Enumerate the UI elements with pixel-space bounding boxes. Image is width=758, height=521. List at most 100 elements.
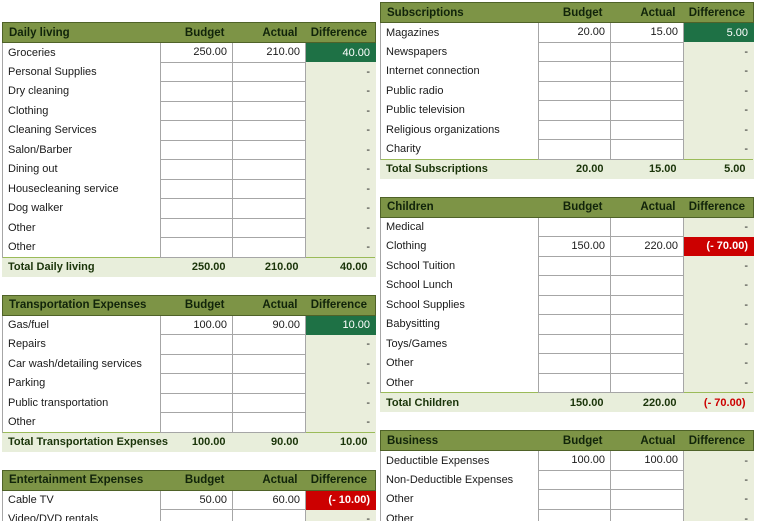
budget-cell[interactable] bbox=[538, 139, 611, 160]
budget-cell[interactable] bbox=[538, 275, 611, 296]
actual-cell[interactable] bbox=[232, 392, 306, 413]
table-row[interactable]: School Lunch - bbox=[380, 275, 754, 296]
actual-cell[interactable] bbox=[232, 159, 306, 180]
table-row[interactable]: Other - bbox=[2, 217, 376, 238]
table-row[interactable]: Non-Deductible Expenses - bbox=[380, 469, 754, 490]
actual-cell[interactable] bbox=[610, 119, 684, 140]
table-row[interactable]: Video/DVD rentals - bbox=[2, 509, 376, 521]
budget-cell[interactable]: 100.00 bbox=[538, 450, 611, 471]
actual-cell[interactable] bbox=[610, 139, 684, 160]
budget-cell[interactable] bbox=[538, 333, 611, 354]
actual-cell[interactable] bbox=[610, 61, 684, 82]
budget-cell[interactable] bbox=[160, 353, 233, 374]
table-row[interactable]: Repairs - bbox=[2, 334, 376, 355]
budget-cell[interactable]: 50.00 bbox=[160, 489, 233, 510]
actual-cell[interactable] bbox=[610, 41, 684, 62]
actual-cell[interactable] bbox=[610, 469, 684, 490]
budget-cell[interactable] bbox=[160, 198, 233, 219]
budget-cell[interactable] bbox=[160, 120, 233, 141]
budget-cell[interactable] bbox=[538, 469, 611, 490]
actual-cell[interactable] bbox=[610, 294, 684, 315]
budget-cell[interactable] bbox=[160, 237, 233, 258]
table-row[interactable]: Magazines 20.00 15.00 5.00 bbox=[380, 22, 754, 43]
actual-cell[interactable]: 90.00 bbox=[232, 314, 306, 335]
table-row[interactable]: Charity - bbox=[380, 139, 754, 160]
budget-cell[interactable] bbox=[538, 294, 611, 315]
budget-cell[interactable] bbox=[538, 489, 611, 510]
actual-cell[interactable] bbox=[610, 100, 684, 121]
table-row[interactable]: Public television - bbox=[380, 100, 754, 121]
budget-cell[interactable] bbox=[160, 217, 233, 238]
actual-cell[interactable]: 210.00 bbox=[232, 42, 306, 63]
budget-cell[interactable] bbox=[160, 100, 233, 121]
budget-cell[interactable] bbox=[538, 80, 611, 101]
table-row[interactable]: Car wash/detailing services - bbox=[2, 353, 376, 374]
actual-cell[interactable] bbox=[232, 198, 306, 219]
table-row[interactable]: Cleaning Services - bbox=[2, 120, 376, 141]
table-row[interactable]: Cable TV 50.00 60.00 (- 10.00) bbox=[2, 489, 376, 510]
table-row[interactable]: Gas/fuel 100.00 90.00 10.00 bbox=[2, 314, 376, 335]
actual-cell[interactable] bbox=[610, 333, 684, 354]
actual-cell[interactable] bbox=[610, 489, 684, 510]
actual-cell[interactable] bbox=[610, 255, 684, 276]
actual-cell[interactable] bbox=[232, 100, 306, 121]
table-row[interactable]: Dog walker - bbox=[2, 198, 376, 219]
table-row[interactable]: Other - bbox=[380, 489, 754, 510]
table-row[interactable]: Clothing - bbox=[2, 100, 376, 121]
budget-cell[interactable] bbox=[160, 139, 233, 160]
actual-cell[interactable] bbox=[232, 353, 306, 374]
actual-cell[interactable] bbox=[610, 275, 684, 296]
budget-cell[interactable] bbox=[538, 119, 611, 140]
table-row[interactable]: Other - bbox=[380, 353, 754, 374]
budget-cell[interactable] bbox=[538, 41, 611, 62]
actual-cell[interactable] bbox=[232, 509, 306, 521]
actual-cell[interactable] bbox=[610, 314, 684, 335]
table-row[interactable]: Salon/Barber - bbox=[2, 139, 376, 160]
budget-cell[interactable] bbox=[160, 178, 233, 199]
table-row[interactable]: School Supplies - bbox=[380, 294, 754, 315]
budget-cell[interactable] bbox=[538, 100, 611, 121]
actual-cell[interactable] bbox=[232, 81, 306, 102]
actual-cell[interactable] bbox=[610, 216, 684, 237]
actual-cell[interactable] bbox=[610, 80, 684, 101]
table-row[interactable]: Newspapers - bbox=[380, 41, 754, 62]
table-row[interactable]: Parking - bbox=[2, 373, 376, 394]
actual-cell[interactable] bbox=[610, 353, 684, 374]
actual-cell[interactable] bbox=[232, 237, 306, 258]
table-row[interactable]: Other - bbox=[2, 237, 376, 258]
table-row[interactable]: Religious organizations - bbox=[380, 119, 754, 140]
budget-cell[interactable]: 100.00 bbox=[160, 314, 233, 335]
budget-cell[interactable] bbox=[160, 373, 233, 394]
table-row[interactable]: Clothing 150.00 220.00 (- 70.00) bbox=[380, 236, 754, 257]
table-row[interactable]: Public transportation - bbox=[2, 392, 376, 413]
budget-cell[interactable] bbox=[160, 412, 233, 433]
actual-cell[interactable]: 15.00 bbox=[610, 22, 684, 43]
table-row[interactable]: Other - bbox=[380, 508, 754, 521]
budget-cell[interactable] bbox=[160, 61, 233, 82]
table-row[interactable]: Babysitting - bbox=[380, 314, 754, 335]
budget-cell[interactable] bbox=[538, 372, 611, 393]
budget-cell[interactable] bbox=[160, 334, 233, 355]
budget-cell[interactable] bbox=[538, 216, 611, 237]
table-row[interactable]: Internet connection - bbox=[380, 61, 754, 82]
table-row[interactable]: Groceries 250.00 210.00 40.00 bbox=[2, 42, 376, 63]
budget-cell[interactable] bbox=[538, 255, 611, 276]
budget-cell[interactable] bbox=[160, 392, 233, 413]
actual-cell[interactable]: 100.00 bbox=[610, 450, 684, 471]
actual-cell[interactable]: 220.00 bbox=[610, 236, 684, 257]
actual-cell[interactable] bbox=[610, 372, 684, 393]
actual-cell[interactable] bbox=[232, 139, 306, 160]
table-row[interactable]: Other - bbox=[2, 412, 376, 433]
actual-cell[interactable] bbox=[232, 334, 306, 355]
table-row[interactable]: Deductible Expenses 100.00 100.00- bbox=[380, 450, 754, 471]
budget-cell[interactable] bbox=[160, 159, 233, 180]
budget-cell[interactable] bbox=[538, 508, 611, 521]
table-row[interactable]: Medical - bbox=[380, 216, 754, 237]
budget-cell[interactable]: 20.00 bbox=[538, 22, 611, 43]
table-row[interactable]: Dry cleaning - bbox=[2, 81, 376, 102]
actual-cell[interactable] bbox=[610, 508, 684, 521]
actual-cell[interactable] bbox=[232, 373, 306, 394]
budget-cell[interactable] bbox=[160, 81, 233, 102]
budget-cell[interactable]: 250.00 bbox=[160, 42, 233, 63]
table-row[interactable]: Dining out - bbox=[2, 159, 376, 180]
